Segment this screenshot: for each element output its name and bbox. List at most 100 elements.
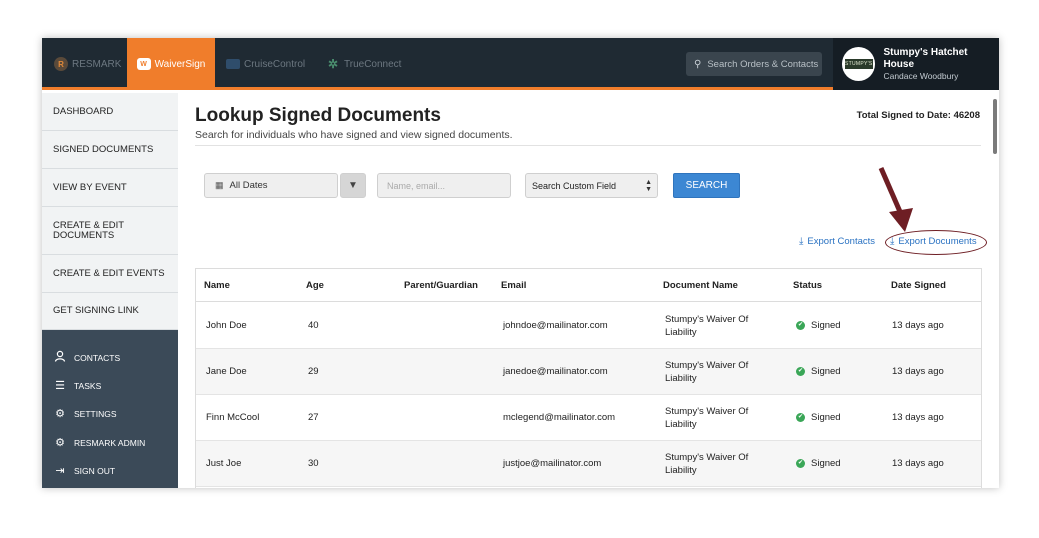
table-row[interactable]: Finn McCool 27 mclegend@mailinator.com S… [196, 395, 981, 441]
cruisecontrol-logo-icon [226, 59, 240, 69]
status-text: Signed [811, 366, 841, 377]
cell-status: ✔ Signed [796, 303, 841, 348]
name-email-placeholder: Name, email... [387, 180, 446, 191]
cell-age: 30 [308, 458, 319, 469]
product-waiversign[interactable]: W WaiverSign [127, 38, 215, 90]
cell-date: 13 days ago [892, 412, 944, 423]
sidebar-item-view-by-event[interactable]: VIEW BY EVENT [42, 169, 178, 207]
sidebar-item-sign-out[interactable]: ⇥ SIGN OUT [53, 464, 115, 477]
date-range-select[interactable]: ▦ All Dates [204, 173, 338, 198]
product-label: TrueConnect [344, 58, 402, 70]
cell-email: justjoe@mailinator.com [503, 458, 602, 469]
custom-field-value: Search Custom Field [532, 180, 617, 191]
sidebar-item-get-signing-link[interactable]: GET SIGNING LINK [42, 293, 178, 330]
list-icon: ☰ [55, 380, 65, 392]
sidebar-item-label: CREATE & EDIT DOCUMENTS [53, 219, 124, 241]
global-search-placeholder: Search Orders & Contacts [707, 58, 819, 70]
annotation-arrow [878, 167, 913, 232]
scrollbar[interactable] [993, 99, 997, 154]
export-contacts-label: Export Contacts [807, 236, 876, 247]
app-window: R RESMARK W WaiverSign CruiseControl ✲ T… [42, 38, 999, 488]
product-trueconnect[interactable]: ✲ TrueConnect [326, 38, 401, 90]
filter-icon: ▼ [348, 180, 358, 191]
cell-email: mclegend@mailinator.com [503, 412, 616, 423]
status-text: Signed [811, 458, 841, 469]
custom-field-select[interactable]: Search Custom Field ▲ ▼ [525, 173, 658, 198]
column-header-guardian[interactable]: Parent/Guardian [404, 269, 478, 302]
sidebar-item-label: DASHBOARD [53, 105, 114, 117]
column-header-date[interactable]: Date Signed [891, 269, 946, 302]
column-header-name[interactable]: Name [204, 269, 230, 302]
user-name: Candace Woodbury [883, 71, 959, 81]
sidebar-item-label: SETTINGS [74, 408, 117, 419]
user-icon [53, 350, 67, 365]
sidebar-item-label: SIGN OUT [74, 465, 116, 476]
sidebar-item-settings[interactable]: ⚙ SETTINGS [53, 407, 117, 420]
cell-document: Stumpy's Waiver Of Liability [665, 313, 749, 338]
search-icon: ⚲ [694, 58, 702, 70]
check-circle-icon: ✔ [796, 321, 805, 330]
gears-icon: ⚙ [55, 437, 65, 449]
product-label: CruiseControl [244, 58, 306, 70]
cell-email: janedoe@mailinator.com [503, 366, 608, 377]
sidebar-item-label: VIEW BY EVENT [53, 181, 127, 193]
total-signed-count: Total Signed to Date: 46208 [856, 110, 980, 121]
column-header-age[interactable]: Age [306, 269, 324, 302]
sidebar-item-resmark-admin[interactable]: ⚙ RESMARK ADMIN [53, 436, 145, 449]
sidebar-item-signed-documents[interactable]: SIGNED DOCUMENTS [42, 131, 178, 169]
status-text: Signed [811, 320, 841, 331]
sidebar-item-create-edit-events[interactable]: CREATE & EDIT EVENTS [42, 255, 178, 293]
cell-status: ✔ Signed [796, 395, 841, 440]
signed-documents-table: Name Age Parent/Guardian Email Document … [195, 268, 982, 488]
column-header-document[interactable]: Document Name [663, 269, 738, 302]
sidebar-item-label: TASKS [74, 380, 102, 391]
business-logo: STUMPY'S [844, 59, 873, 69]
table-row[interactable]: John Doe 40 johndoe@mailinator.com Stump… [196, 303, 981, 349]
product-cruisecontrol[interactable]: CruiseControl [226, 38, 305, 90]
select-arrows-icon: ▲ ▼ [645, 178, 652, 193]
column-header-status[interactable]: Status [793, 269, 822, 302]
cell-name: Jane Doe [206, 366, 247, 377]
page-subtitle: Search for individuals who have signed a… [195, 129, 513, 141]
sign-out-icon: ⇥ [55, 465, 65, 477]
top-bar: R RESMARK W WaiverSign CruiseControl ✲ T… [42, 38, 999, 90]
cell-status: ✔ Signed [796, 441, 841, 486]
cell-age: 29 [308, 366, 319, 377]
account-menu[interactable]: STUMPY'S Stumpy's Hatchet House Candace … [833, 38, 999, 90]
export-contacts-link[interactable]: ⤓ Export Contacts [799, 236, 875, 247]
check-circle-icon: ✔ [796, 413, 805, 422]
cell-date: 13 days ago [892, 458, 944, 469]
column-header-email[interactable]: Email [501, 269, 526, 302]
check-circle-icon: ✔ [796, 459, 805, 468]
download-icon: ⤓ [799, 236, 804, 247]
cell-date: 13 days ago [892, 366, 944, 377]
annotation-highlight-oval [885, 230, 987, 255]
sidebar-item-tasks[interactable]: ☰ TASKS [53, 379, 101, 392]
status-text: Signed [811, 412, 841, 423]
sidebar-item-contacts[interactable]: CONTACTS [53, 350, 120, 365]
sidebar-item-create-edit-documents[interactable]: CREATE & EDIT DOCUMENTS [42, 207, 178, 255]
search-button[interactable]: SEARCH [673, 173, 740, 198]
cell-age: 40 [308, 320, 319, 331]
cell-date: 13 days ago [892, 320, 944, 331]
sidebar-item-label: RESMARK ADMIN [74, 437, 146, 448]
divider [195, 145, 981, 146]
sidebar-item-label: CREATE & EDIT EVENTS [53, 267, 165, 279]
name-email-search-input[interactable]: Name, email... [377, 173, 511, 198]
sidebar: DASHBOARD SIGNED DOCUMENTS VIEW BY EVENT… [42, 93, 178, 488]
calendar-icon: ▦ [215, 180, 224, 190]
sidebar-item-dashboard[interactable]: DASHBOARD [42, 93, 178, 131]
sidebar-item-label: GET SIGNING LINK [53, 305, 139, 316]
check-circle-icon: ✔ [796, 367, 805, 376]
page-title: Lookup Signed Documents [195, 105, 441, 126]
product-resmark[interactable]: R RESMARK [54, 38, 121, 90]
global-search-input[interactable]: ⚲ Search Orders & Contacts [686, 52, 822, 76]
cell-document: Stumpy's Waiver Of Liability [665, 405, 749, 430]
product-label: WaiverSign [154, 58, 206, 70]
table-row[interactable]: Just Joe 30 justjoe@mailinator.com Stump… [196, 441, 981, 487]
cell-name: Finn McCool [206, 412, 260, 423]
table-row[interactable]: Jane Doe 29 janedoe@mailinator.com Stump… [196, 349, 981, 395]
filter-button[interactable]: ▼ [340, 173, 366, 198]
cell-name: Just Joe [206, 458, 242, 469]
gear-icon: ⚙ [55, 408, 65, 420]
